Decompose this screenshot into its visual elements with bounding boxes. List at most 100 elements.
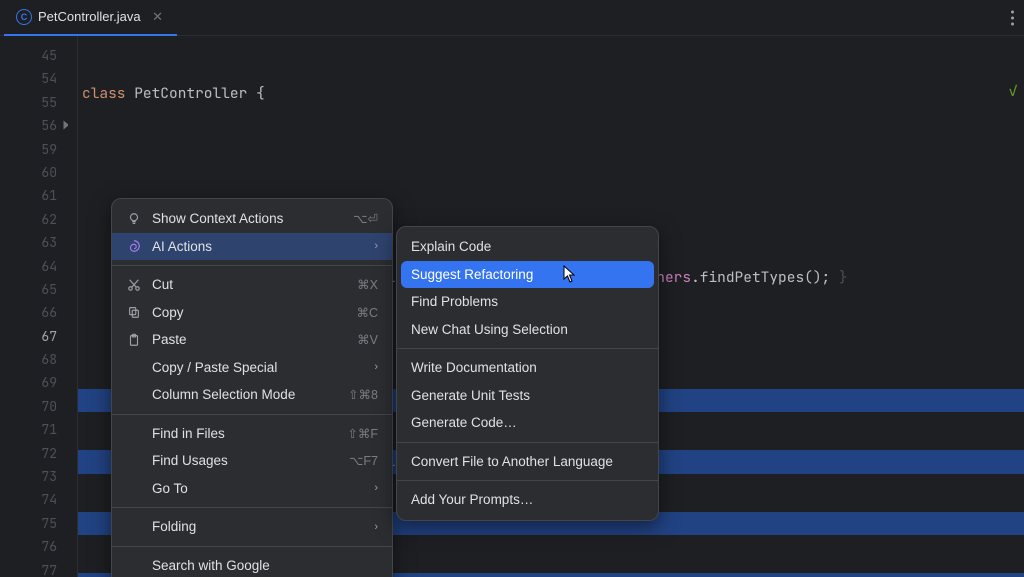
line-number: 61 <box>0 184 77 207</box>
blank-icon <box>126 557 142 573</box>
chevron-right-icon: › <box>374 361 378 373</box>
java-class-icon: C <box>16 9 32 25</box>
line-number: 68 <box>0 348 77 371</box>
menu-item-label: Suggest Refactoring <box>411 267 533 282</box>
menu-item-find-in-files[interactable]: Find in Files ⇧⌘F <box>112 420 392 448</box>
code-token: PetController { <box>134 84 265 103</box>
copy-icon <box>126 304 142 320</box>
menu-item-copy[interactable]: Copy ⌘C <box>112 299 392 327</box>
menu-separator <box>112 507 392 508</box>
menu-item-label: Find Usages <box>152 453 228 468</box>
line-number: 74 <box>0 488 77 511</box>
blank-icon <box>126 480 142 496</box>
menu-item-new-chat-using-selection[interactable]: New Chat Using Selection <box>397 316 658 344</box>
menu-item-ai-actions[interactable]: AI Actions › <box>112 233 392 261</box>
menu-item-label: AI Actions <box>152 239 212 254</box>
menu-item-label: Add Your Prompts… <box>411 492 533 507</box>
chevron-right-icon: › <box>374 521 378 533</box>
menu-shortcut: ⌘C <box>356 305 378 320</box>
blank-icon <box>126 425 142 441</box>
menu-item-convert-file-to-another-language[interactable]: Convert File to Another Language <box>397 448 658 476</box>
line-number: 59 <box>0 138 77 161</box>
menu-item-label: New Chat Using Selection <box>411 322 568 337</box>
menu-item-suggest-refactoring[interactable]: Suggest Refactoring <box>401 261 654 289</box>
menu-shortcut: ⌥F7 <box>349 453 378 468</box>
menu-item-find-problems[interactable]: Find Problems <box>397 288 658 316</box>
menu-item-label: Generate Unit Tests <box>411 388 530 403</box>
menu-item-paste[interactable]: Paste⌘V <box>112 326 392 354</box>
menu-separator <box>397 348 658 349</box>
menu-item-label: Show Context Actions <box>152 211 283 226</box>
menu-item-label: Cut <box>152 277 173 292</box>
menu-item-label: Go To <box>152 481 188 496</box>
ai-actions-submenu: Explain Code Suggest Refactoring Find Prob… <box>396 226 659 521</box>
line-number: 45 <box>0 44 77 67</box>
more-options-icon[interactable] <box>1011 10 1014 25</box>
line-gutter: 4554555659606162636465666768697071727374… <box>0 36 78 577</box>
line-number: 66 <box>0 301 77 324</box>
menu-separator <box>397 442 658 443</box>
menu-separator <box>112 414 392 415</box>
chevron-right-icon: › <box>374 240 378 252</box>
menu-item-add-your-prompts[interactable]: Add Your Prompts… <box>397 486 658 514</box>
editor-tab-active[interactable]: C PetController.java ✕ <box>4 0 177 36</box>
menu-shortcut: ⌘X <box>357 277 378 292</box>
menu-item-search-with-google[interactable]: Search with Google <box>112 552 392 577</box>
menu-item-label: Find in Files <box>152 426 225 441</box>
line-number: 72 <box>0 442 77 465</box>
line-number: 77 <box>0 559 77 577</box>
inspection-ok-icon[interactable]: ✓ <box>1008 80 1018 101</box>
menu-item-label: Generate Code… <box>411 415 517 430</box>
line-number: 70 <box>0 395 77 418</box>
menu-item-generate-unit-tests[interactable]: Generate Unit Tests <box>397 382 658 410</box>
menu-item-label: Search with Google <box>152 558 270 573</box>
menu-item-generate-code[interactable]: Generate Code… <box>397 409 658 437</box>
menu-shortcut: ⇧⌘8 <box>348 387 378 402</box>
blank-icon <box>126 453 142 469</box>
blank-icon <box>126 387 142 403</box>
bulb-icon <box>126 211 142 227</box>
close-icon[interactable]: ✕ <box>151 10 165 24</box>
menu-item-label: Explain Code <box>411 239 491 254</box>
menu-separator <box>397 480 658 481</box>
menu-item-go-to[interactable]: Go To › <box>112 475 392 503</box>
line-number: 62 <box>0 208 77 231</box>
code-token: } <box>839 268 848 287</box>
fold-icon[interactable] <box>64 121 73 130</box>
line-number: 64 <box>0 255 77 278</box>
menu-item-folding[interactable]: Folding › <box>112 513 392 541</box>
line-number: 73 <box>0 465 77 488</box>
menu-item-column-selection-mode[interactable]: Column Selection Mode ⇧⌘8 <box>112 381 392 409</box>
menu-item-copy-paste-special[interactable]: Copy / Paste Special › <box>112 354 392 382</box>
code-token: .findPetTypes(); <box>691 268 839 287</box>
menu-separator <box>112 546 392 547</box>
ai-swirl-icon <box>126 238 142 254</box>
menu-item-label: Copy <box>152 305 184 320</box>
menu-shortcut: ⌘V <box>357 332 378 347</box>
menu-item-find-usages[interactable]: Find Usages ⌥F7 <box>112 447 392 475</box>
menu-separator <box>112 265 392 266</box>
line-number: 76 <box>0 535 77 558</box>
chevron-right-icon: › <box>374 482 378 494</box>
menu-item-label: Find Problems <box>411 294 498 309</box>
line-number: 67 <box>0 325 77 348</box>
line-number: 60 <box>0 161 77 184</box>
menu-shortcut: ⇧⌘F <box>347 426 378 441</box>
line-number: 69 <box>0 371 77 394</box>
menu-item-label: Folding <box>152 519 196 534</box>
line-number: 54 <box>0 67 77 90</box>
menu-item-cut[interactable]: Cut ⌘X <box>112 271 392 299</box>
menu-item-label: Copy / Paste Special <box>152 360 277 375</box>
menu-item-label: Column Selection Mode <box>152 387 295 402</box>
menu-item-show-context-actions[interactable]: Show Context Actions ⌥⏎ <box>112 205 392 233</box>
line-number: 63 <box>0 231 77 254</box>
paste-icon <box>126 332 142 348</box>
line-number: 71 <box>0 418 77 441</box>
line-number: 75 <box>0 512 77 535</box>
tab-bar: C PetController.java ✕ <box>0 0 1024 36</box>
menu-item-label: Write Documentation <box>411 360 537 375</box>
menu-shortcut: ⌥⏎ <box>353 211 378 226</box>
blank-icon <box>126 519 142 535</box>
menu-item-explain-code[interactable]: Explain Code <box>397 233 658 261</box>
menu-item-write-documentation[interactable]: Write Documentation <box>397 354 658 382</box>
